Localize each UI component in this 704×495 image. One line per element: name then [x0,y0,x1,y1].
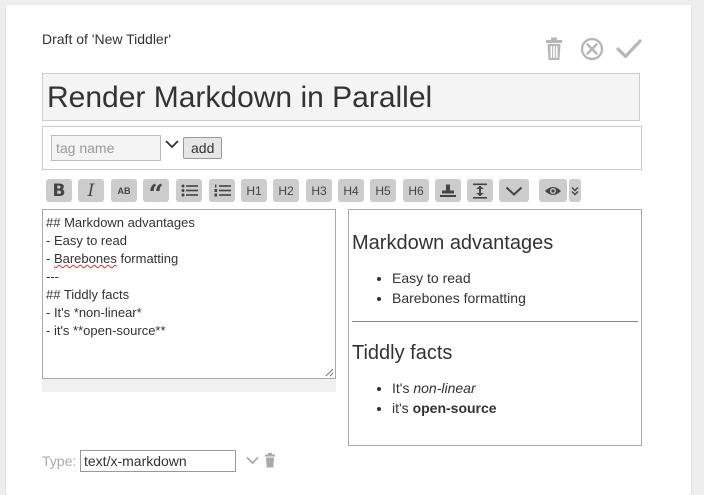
numbered-list-button[interactable] [209,179,235,202]
type-input[interactable] [80,450,236,472]
trash-icon [546,37,562,60]
list-item: Easy to read [392,268,638,288]
stamp-button[interactable] [435,179,461,202]
editor-line: - It's *non-linear* [46,305,142,320]
checkmark-icon [616,39,642,59]
delete-button[interactable] [541,36,567,62]
bullet-list-icon [181,184,198,197]
preview-pane: Markdown advantages Easy to read Barebon… [348,209,642,446]
list-item: Barebones formatting [392,288,638,308]
quote-icon: “ [148,179,164,210]
cancel-button[interactable] [579,36,605,62]
tag-editor: add [42,126,642,170]
add-tag-button[interactable]: add [183,137,223,159]
smallcaps-button[interactable]: AB [111,179,137,202]
spellcheck-word: Barebones [53,251,117,266]
editor-line: ## Tiddly facts [46,287,130,302]
bullet-list-button[interactable] [176,179,202,202]
editor-line: formatting [116,251,179,266]
stamp-icon [440,184,456,197]
text-editor[interactable]: ## Markdown advantages - Easy to read - … [42,209,336,379]
editor-line: - Easy to read [46,233,127,248]
draft-label: Draft of 'New Tiddler' [42,31,172,47]
double-chevron-down-icon [571,186,579,195]
smallcaps-icon: AB [117,185,131,196]
save-button[interactable] [616,36,642,62]
editor-pane: ## Markdown advantages - Easy to read - … [42,209,336,392]
strong-text: open-source [412,400,497,416]
bold-button[interactable]: B [46,179,72,202]
excise-button[interactable] [467,179,493,202]
editor-line: ## Markdown advantages [46,215,195,230]
tag-name-input[interactable] [51,135,161,161]
editor-line: --- [46,269,59,284]
trash-icon[interactable] [264,453,276,468]
editor-line: - [46,251,54,266]
numbered-list-icon [214,184,231,197]
eye-icon [545,186,561,195]
heading-3-button[interactable]: H3 [306,179,332,202]
resize-grip-icon[interactable] [325,368,334,377]
editor-line: - it's **open-source** [46,323,166,338]
italic-button[interactable]: I [78,179,104,202]
cancel-circle-icon [580,37,604,61]
divider [352,321,638,322]
heading-5-button[interactable]: H5 [370,179,396,202]
heading-4-button[interactable]: H4 [338,179,364,202]
excise-icon [473,183,487,199]
more-dropdown-button[interactable] [499,179,529,202]
heading-6-button[interactable]: H6 [403,179,429,202]
type-label: Type: [42,453,77,469]
preview-heading: Markdown advantages [352,232,554,254]
title-field-box [42,73,640,121]
heading-1-button[interactable]: H1 [241,179,267,202]
list-item: It's non-linear [392,378,638,398]
heading-2-button[interactable]: H2 [273,179,299,202]
italic-icon: I [87,180,95,201]
emphasis-text: non-linear [413,380,476,396]
chevron-down-icon[interactable] [165,139,179,149]
preview-list: Easy to read Barebones formatting [352,268,638,308]
bold-icon: B [52,180,66,201]
preview-type-dropdown[interactable] [569,179,581,202]
chevron-down-icon [505,186,523,196]
preview-list: It's non-linear it's open-source [352,378,638,418]
list-item-text: it's [392,400,413,416]
chevron-down-icon[interactable] [246,456,259,465]
quote-button[interactable]: “ [143,179,169,210]
preview-toggle-button[interactable] [539,179,567,202]
list-item: it's open-source [392,398,638,418]
list-item-text: It's [392,380,414,396]
preview-heading: Tiddly facts [352,342,453,364]
title-input[interactable] [43,74,639,120]
